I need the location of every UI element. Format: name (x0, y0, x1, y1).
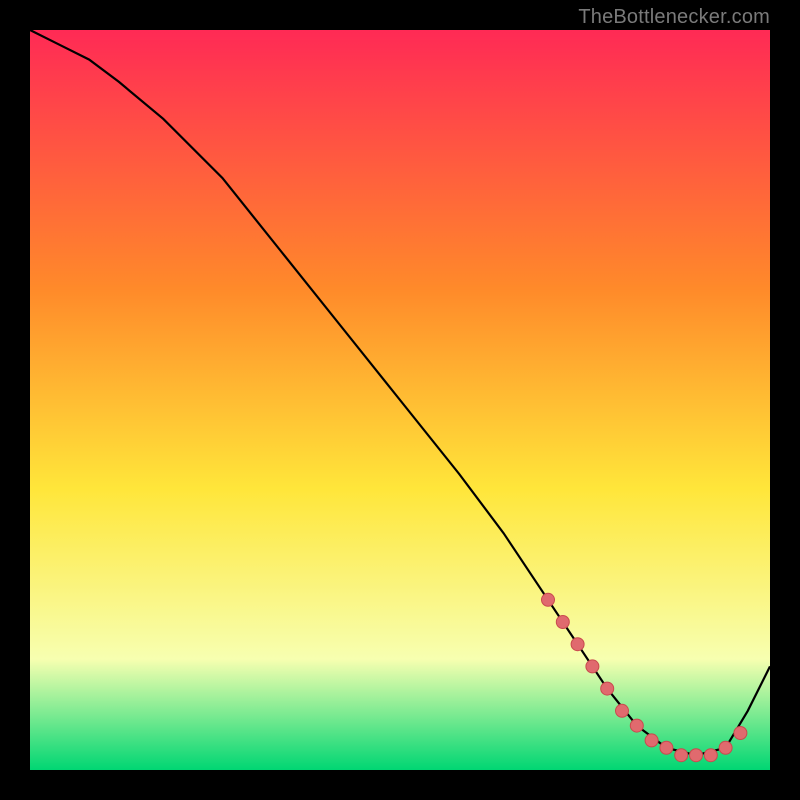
emphasis-dot (704, 749, 717, 762)
chart-svg (30, 30, 770, 770)
emphasis-dot (542, 593, 555, 606)
plot-area (30, 30, 770, 770)
emphasis-dot (586, 660, 599, 673)
attribution-label: TheBottlenecker.com (578, 6, 770, 29)
emphasis-dot (660, 741, 673, 754)
emphasis-dot (571, 638, 584, 651)
chart-frame: TheBottlenecker.com (0, 0, 800, 800)
emphasis-dot (719, 741, 732, 754)
emphasis-dot (616, 704, 629, 717)
emphasis-dot (601, 682, 614, 695)
emphasis-dot (630, 719, 643, 732)
emphasis-dot (645, 734, 658, 747)
emphasis-dot (556, 616, 569, 629)
emphasis-dot (675, 749, 688, 762)
emphasis-dot (734, 727, 747, 740)
emphasis-dot (690, 749, 703, 762)
